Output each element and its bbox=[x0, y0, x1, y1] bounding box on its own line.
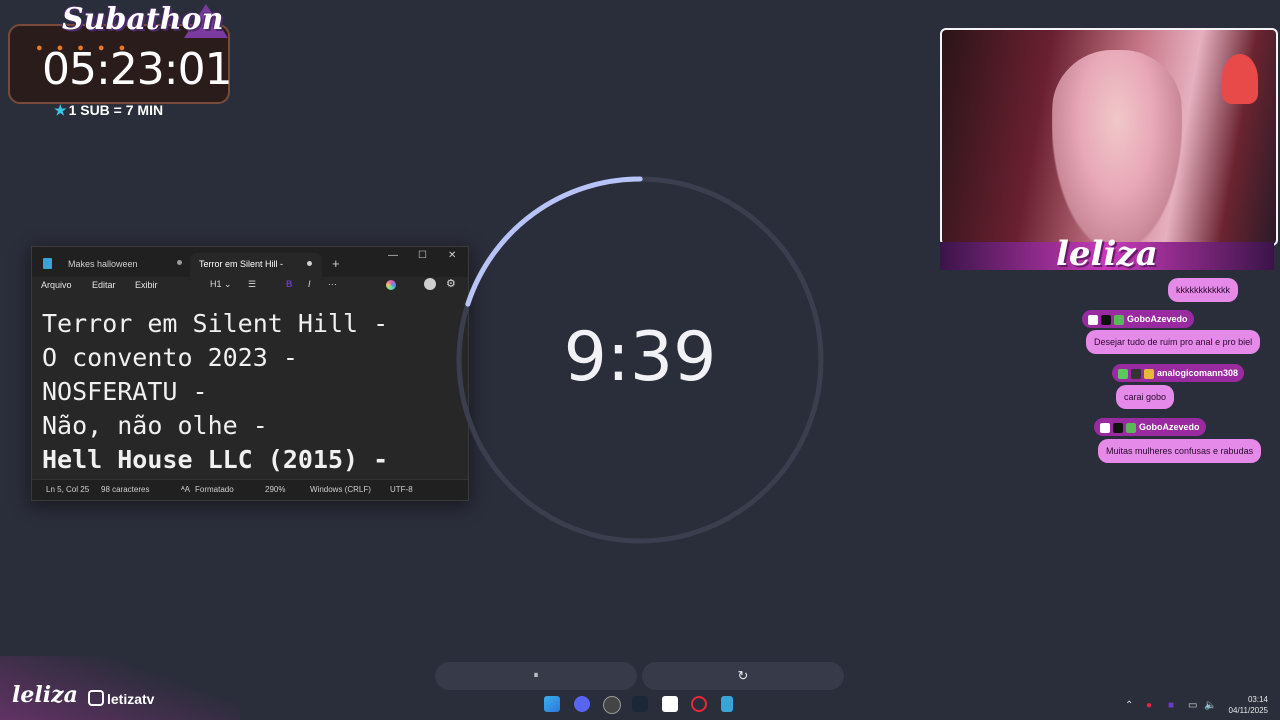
more-icon[interactable]: ··· bbox=[328, 279, 337, 289]
windows-start-icon[interactable] bbox=[544, 696, 560, 712]
diamond-badge-icon bbox=[1100, 422, 1110, 433]
streamer-logo: leliza bbox=[1056, 234, 1158, 274]
speaker-icon[interactable]: 🔈 bbox=[1204, 700, 1216, 711]
chat-username: GoboAzevedo bbox=[1082, 310, 1194, 328]
system-date: 04/11/2025 bbox=[1228, 706, 1268, 715]
editor-line: O convento 2023 - bbox=[42, 343, 298, 372]
copilot-icon[interactable] bbox=[386, 280, 396, 290]
streamer-image bbox=[1052, 50, 1182, 244]
notepad-app-icon bbox=[43, 258, 52, 269]
crown-badge-icon bbox=[1144, 368, 1154, 379]
editor-line: Terror em Silent Hill - bbox=[42, 309, 389, 338]
tab-makes-halloween[interactable]: Makes halloween bbox=[68, 259, 138, 269]
chat-message: Desejar tudo de ruim pro anal e pro biel bbox=[1086, 330, 1261, 354]
sub-rate-text: 1 SUB = 7 MIN bbox=[68, 102, 164, 118]
unsaved-dot-icon bbox=[307, 261, 312, 266]
check-badge-icon bbox=[1118, 368, 1128, 379]
webcam-feed bbox=[940, 28, 1278, 246]
unsaved-dot-icon bbox=[177, 260, 182, 265]
chat-username: GoboAzevedo bbox=[1094, 418, 1206, 436]
char-count: 98 caracteres bbox=[101, 485, 150, 494]
format-icon: ᴬA bbox=[181, 485, 190, 494]
diamond-badge-icon bbox=[1088, 314, 1098, 325]
chat-message: kkkkkkkkkkkk bbox=[1168, 278, 1238, 302]
zoom-level[interactable]: 290% bbox=[265, 485, 285, 494]
twitch-tray-icon[interactable]: ■ bbox=[1168, 700, 1174, 711]
sub-rate-label: ★ 1 SUB = 7 MIN bbox=[54, 102, 163, 119]
app-tray-icon[interactable]: ● bbox=[1146, 700, 1152, 711]
cat-badge-icon bbox=[1113, 422, 1123, 433]
account-avatar[interactable] bbox=[424, 278, 436, 290]
subathon-title: Subathon bbox=[62, 2, 224, 37]
sub-badge-icon bbox=[1114, 314, 1124, 325]
gear-icon[interactable]: ⚙ bbox=[446, 277, 456, 290]
instagram-handle: letizatv bbox=[88, 690, 154, 707]
line-ending[interactable]: Windows (CRLF) bbox=[310, 485, 371, 494]
cursor-position: Ln 5, Col 25 bbox=[46, 485, 90, 494]
statusbar: Ln 5, Col 25 98 caracteres ᴬA Formatado … bbox=[32, 479, 468, 500]
chat-message: Muitas mulheres confusas e rabudas bbox=[1098, 439, 1262, 463]
cat-badge-icon bbox=[1131, 368, 1141, 379]
chat-username-text: GoboAzevedo bbox=[1139, 422, 1200, 432]
instagram-icon bbox=[88, 690, 104, 706]
editor-line: NOSFERATU - bbox=[42, 377, 208, 406]
chevron-up-icon[interactable]: ⌃ bbox=[1125, 700, 1133, 711]
bold-icon[interactable]: B bbox=[286, 279, 293, 289]
chevron-down-icon: ⌄ bbox=[224, 279, 232, 289]
notepad-tabbar: Makes halloween Terror em Silent Hill - … bbox=[32, 247, 468, 277]
format-status[interactable]: Formatado bbox=[195, 485, 234, 494]
chat-username-text: analogicomann308 bbox=[1157, 368, 1239, 378]
sub-badge-icon bbox=[1126, 422, 1136, 433]
heading-dropdown[interactable]: H1 bbox=[210, 279, 222, 289]
notepad-editor[interactable]: Terror em Silent Hill - O convento 2023 … bbox=[42, 307, 460, 477]
steam-icon[interactable] bbox=[632, 696, 648, 712]
menu-editar[interactable]: Editar bbox=[92, 280, 116, 290]
countdown-time: 9:39 bbox=[563, 318, 717, 397]
maximize-button[interactable]: ☐ bbox=[418, 250, 427, 261]
system-clock[interactable]: 03:14 04/11/2025 bbox=[1229, 694, 1268, 716]
opera-icon[interactable] bbox=[691, 696, 707, 712]
chat-username: analogicomann308 bbox=[1112, 364, 1245, 382]
subathon-widget: Subathon ●●●●● 05:23:01 ★ 1 SUB = 7 MIN bbox=[6, 2, 238, 122]
new-tab-button[interactable]: + bbox=[332, 256, 340, 271]
system-time: 03:14 bbox=[1247, 695, 1268, 704]
discord-icon[interactable] bbox=[574, 696, 590, 712]
star-icon: ★ bbox=[54, 102, 67, 118]
pause-button[interactable]: ⏸ bbox=[435, 662, 637, 690]
italic-icon[interactable]: I bbox=[308, 279, 311, 289]
instagram-handle-text: letizatv bbox=[107, 691, 155, 707]
tab-label: Terror em Silent Hill - bbox=[199, 259, 284, 269]
menu-arquivo[interactable]: Arquivo bbox=[41, 280, 72, 290]
notepad-taskbar-icon[interactable] bbox=[721, 696, 733, 712]
network-icon[interactable]: ▭ bbox=[1188, 700, 1197, 711]
encoding[interactable]: UTF-8 bbox=[390, 485, 413, 494]
cat-badge-icon bbox=[1101, 314, 1111, 325]
chat-message: carai gobo bbox=[1116, 385, 1175, 409]
capcut-icon[interactable] bbox=[662, 696, 678, 712]
lamp-decoration bbox=[1222, 54, 1258, 104]
editor-line: Hell House LLC (2015) - bbox=[42, 445, 389, 474]
brand-logo: leliza bbox=[12, 682, 78, 708]
menu-exibir[interactable]: Exibir bbox=[135, 280, 158, 290]
reset-button[interactable]: ↻ bbox=[642, 662, 844, 690]
minimize-button[interactable]: — bbox=[388, 250, 398, 261]
subathon-timer: 05:23:01 bbox=[42, 44, 233, 95]
editor-line: Não, não olhe - bbox=[42, 411, 268, 440]
obs-icon[interactable] bbox=[603, 696, 621, 714]
notepad-window[interactable]: Makes halloween Terror em Silent Hill - … bbox=[31, 246, 469, 501]
list-icon[interactable]: ☰ bbox=[248, 279, 256, 290]
chat-username-text: GoboAzevedo bbox=[1127, 314, 1188, 324]
tab-terror-silent-hill[interactable]: Terror em Silent Hill - bbox=[190, 253, 322, 277]
